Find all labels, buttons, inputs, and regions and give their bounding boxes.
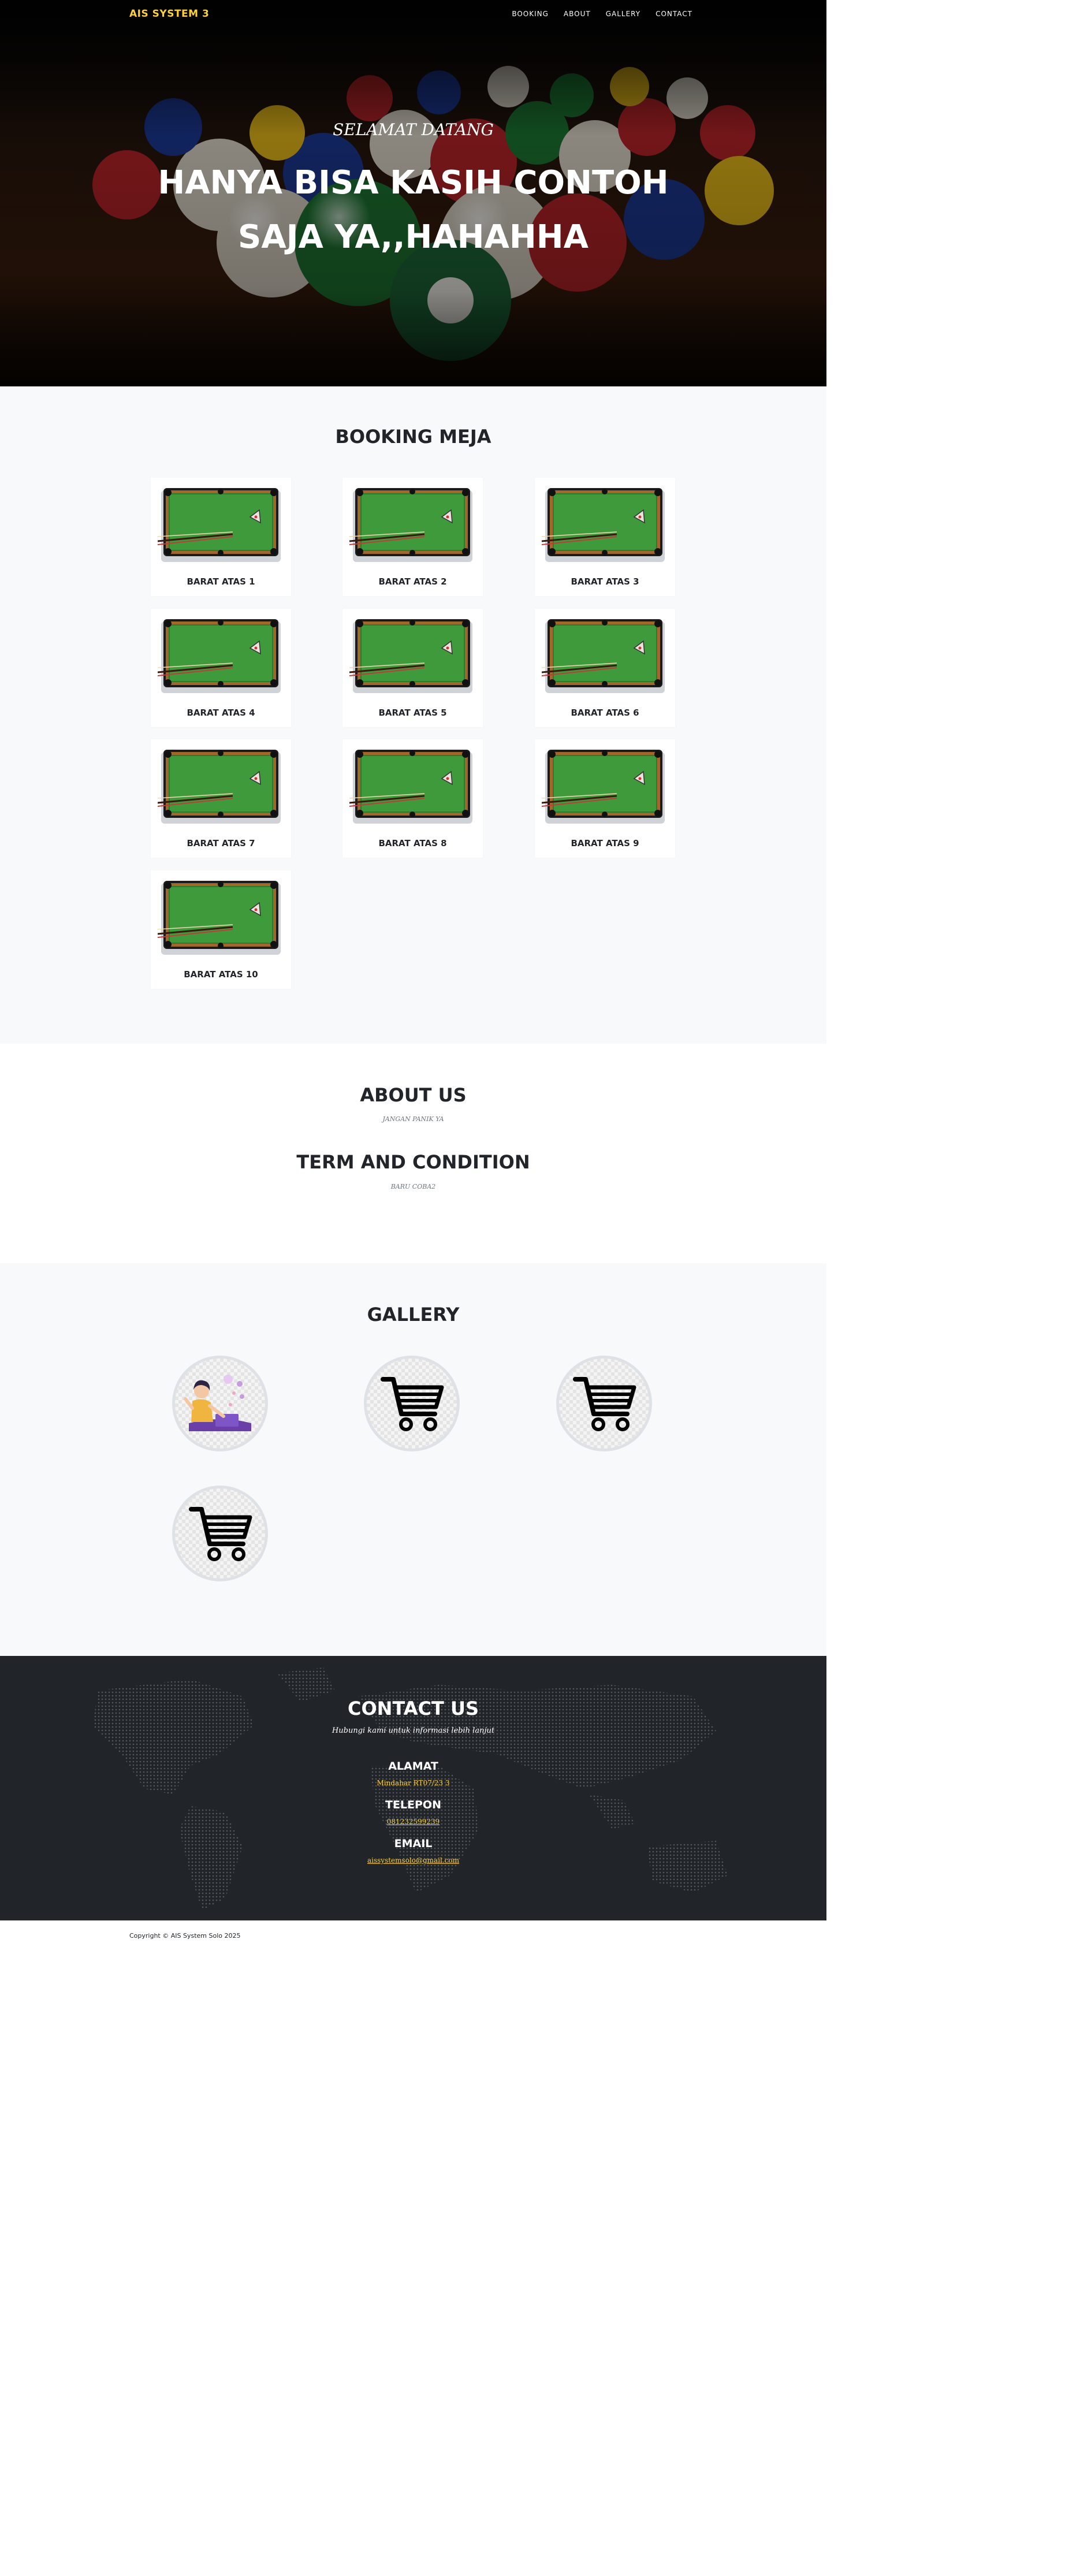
gallery-item-cart-1[interactable]	[364, 1356, 460, 1451]
footer-copyright: Copyright © AIS System Solo 2025	[129, 1932, 241, 1940]
table-name: BARAT ATAS 3	[571, 576, 639, 587]
pool-table-image	[349, 619, 472, 693]
shopping-cart-icon	[189, 1507, 252, 1561]
booking-table-card[interactable]: BARAT ATAS 6	[535, 609, 675, 727]
gallery-item-cart-2[interactable]	[556, 1356, 652, 1451]
table-name: BARAT ATAS 8	[378, 838, 447, 848]
pool-table-image	[158, 488, 281, 562]
gallery-title: GALLERY	[367, 1304, 460, 1326]
pool-table-image	[158, 750, 281, 824]
hero-subheading: SELAMAT DATANG	[333, 120, 494, 139]
shopping-cart-icon	[573, 1377, 636, 1431]
about-section: ABOUT US JANGAN PANIK YA TERM AND CONDIT…	[0, 1044, 826, 1263]
booking-title: BOOKING MEJA	[335, 426, 491, 448]
table-name: BARAT ATAS 7	[187, 838, 255, 848]
pool-table-image	[158, 881, 281, 955]
booking-section: BOOKING MEJA BARAT ATAS 1 BARAT ATAS 2 B…	[0, 386, 826, 1044]
email-link[interactable]: aissystemsolo@gmail.com	[0, 1856, 826, 1864]
brand-logo[interactable]: AIS SYSTEM 3	[129, 8, 209, 20]
booking-table-card[interactable]: BARAT ATAS 4	[151, 609, 291, 727]
phone-link[interactable]: 081232599239	[0, 1818, 826, 1826]
table-name: BARAT ATAS 2	[378, 576, 447, 587]
gallery-section: GALLERY	[0, 1263, 826, 1656]
booking-table-card[interactable]: BARAT ATAS 1	[151, 478, 291, 596]
booking-table-card[interactable]: BARAT ATAS 9	[535, 739, 675, 858]
navbar: AIS SYSTEM 3 BOOKING ABOUT GALLERY CONTA…	[0, 0, 826, 30]
booking-table-card[interactable]: BARAT ATAS 7	[151, 739, 291, 858]
shopping-cart-icon	[381, 1377, 444, 1431]
terms-text: BARU COBA2	[390, 1183, 436, 1190]
nav-link-contact[interactable]: CONTACT	[656, 10, 692, 18]
terms-title: TERM AND CONDITION	[296, 1151, 530, 1173]
nav-menu: BOOKING ABOUT GALLERY CONTACT	[512, 10, 692, 18]
world-map-background	[92, 1667, 728, 1910]
pool-table-image	[158, 619, 281, 693]
table-name: BARAT ATAS 1	[187, 576, 255, 587]
booking-table-card[interactable]: BARAT ATAS 3	[535, 478, 675, 596]
table-name: BARAT ATAS 4	[187, 708, 255, 718]
table-name: BARAT ATAS 6	[571, 708, 639, 718]
pool-table-image	[349, 750, 472, 824]
about-title: ABOUT US	[360, 1084, 467, 1106]
booking-table-card[interactable]: BARAT ATAS 10	[151, 870, 291, 989]
pool-table-image	[542, 619, 665, 693]
table-name: BARAT ATAS 5	[378, 708, 447, 718]
nav-link-booking[interactable]: BOOKING	[512, 10, 549, 18]
nav-link-gallery[interactable]: GALLERY	[606, 10, 640, 18]
hero-heading: HANYA BISA KASIH CONTOH SAJA YA,,HAHAHHA	[158, 164, 669, 256]
contact-subtitle: Hubungi kami untuk informasi lebih lanju…	[332, 1726, 495, 1735]
phone-label: TELEPON	[385, 1799, 441, 1811]
pool-table-image	[542, 750, 665, 824]
nav-link-about[interactable]: ABOUT	[564, 10, 591, 18]
pool-table-image	[542, 488, 665, 562]
about-text: JANGAN PANIK YA	[382, 1115, 444, 1123]
table-name: BARAT ATAS 10	[184, 969, 258, 980]
pool-table-image	[349, 488, 472, 562]
booking-table-card[interactable]: BARAT ATAS 8	[342, 739, 483, 858]
booking-table-card[interactable]: BARAT ATAS 2	[342, 478, 483, 596]
contact-title: CONTACT US	[347, 1698, 479, 1719]
gallery-item-cart-3[interactable]	[172, 1486, 268, 1581]
hero-section: SELAMAT DATANG HANYA BISA KASIH CONTOH S…	[0, 0, 826, 386]
woman-laptop-illustration	[184, 1375, 251, 1431]
address-value: Mindahar RT07/23 3	[377, 1779, 450, 1787]
table-name: BARAT ATAS 9	[571, 838, 639, 848]
gallery-item-woman-laptop[interactable]	[172, 1356, 268, 1451]
booking-table-card[interactable]: BARAT ATAS 5	[342, 609, 483, 727]
address-label: ALAMAT	[388, 1760, 438, 1773]
email-label: EMAIL	[394, 1837, 433, 1850]
contact-section: CONTACT US Hubungi kami untuk informasi …	[0, 1656, 826, 1920]
